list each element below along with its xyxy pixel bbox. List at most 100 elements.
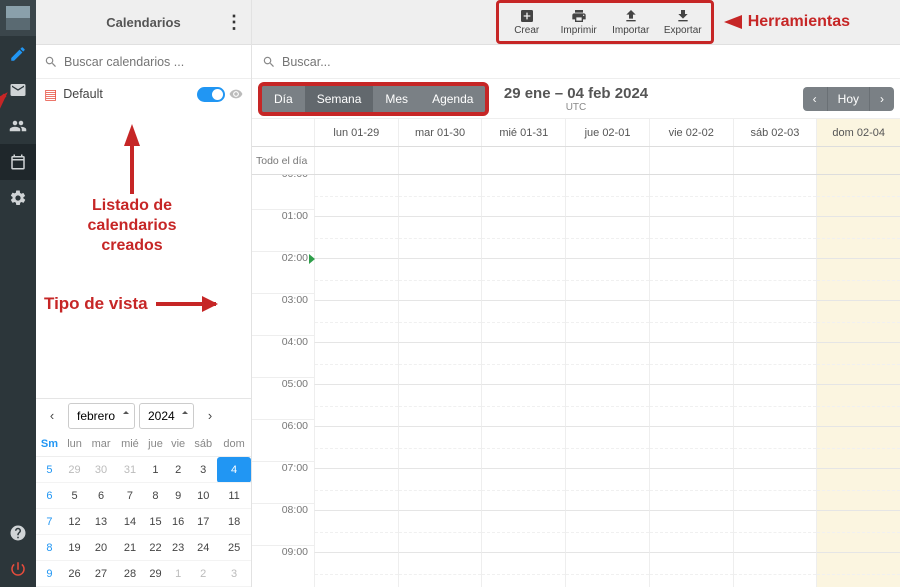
grid-cell[interactable] [733,553,817,587]
mini-day-cell[interactable]: 10 [189,483,217,509]
create-button[interactable]: Crear [501,4,553,40]
day-header[interactable]: vie 02-02 [649,119,733,146]
mini-day-cell[interactable]: 21 [116,535,144,561]
view-semana[interactable]: Semana [305,86,374,112]
mini-day-cell[interactable]: 12 [63,509,86,535]
grid-cell[interactable] [314,511,398,553]
mini-day-cell[interactable]: 2 [167,457,189,483]
grid-cell[interactable] [816,469,900,511]
week-number[interactable]: 7 [36,509,63,535]
grid-cell[interactable] [649,427,733,469]
help-icon[interactable] [0,515,36,551]
grid-cell[interactable] [398,469,482,511]
grid-cell[interactable] [398,553,482,587]
mini-day-cell[interactable]: 3 [217,561,251,587]
mini-day-cell[interactable]: 16 [167,509,189,535]
mini-day-cell[interactable]: 25 [217,535,251,561]
mini-day-cell[interactable]: 9 [167,483,189,509]
day-header[interactable]: lun 01-29 [314,119,398,146]
grid-cell[interactable] [565,259,649,301]
day-header[interactable]: dom 02-04 [816,119,900,146]
day-header[interactable]: mié 01-31 [481,119,565,146]
mini-day-cell[interactable]: 13 [86,509,116,535]
grid-cell[interactable] [314,385,398,427]
grid-cell[interactable] [816,217,900,259]
calendar-item-default[interactable]: ▤ Default [36,79,251,109]
mini-day-cell[interactable]: 14 [116,509,144,535]
day-header[interactable]: sáb 02-03 [733,119,817,146]
grid-cell[interactable] [314,553,398,587]
grid-cell[interactable] [314,217,398,259]
mini-day-cell[interactable]: 8 [144,483,167,509]
grid-cell[interactable] [649,385,733,427]
mini-day-cell[interactable]: 24 [189,535,217,561]
grid-cell[interactable] [481,301,565,343]
grid-cell[interactable] [649,217,733,259]
grid-cell[interactable] [481,217,565,259]
mini-day-cell[interactable]: 1 [167,561,189,587]
mini-day-cell[interactable]: 31 [116,457,144,483]
next-month-button[interactable]: › [198,403,222,429]
day-header[interactable]: jue 02-01 [565,119,649,146]
contacts-icon[interactable] [0,108,36,144]
grid-cell[interactable] [314,301,398,343]
view-agenda[interactable]: Agenda [420,86,485,112]
mini-day-cell[interactable]: 20 [86,535,116,561]
mini-day-cell[interactable]: 15 [144,509,167,535]
grid-cell[interactable] [816,427,900,469]
mini-day-cell[interactable]: 18 [217,509,251,535]
mini-day-cell[interactable]: 27 [86,561,116,587]
export-button[interactable]: Exportar [657,4,709,40]
grid-cell[interactable] [481,259,565,301]
compose-icon[interactable] [0,36,36,72]
month-select[interactable]: febrero [68,403,135,429]
main-search[interactable] [252,45,900,79]
next-week-button[interactable]: › [869,87,894,111]
grid-cell[interactable] [314,343,398,385]
grid-cell[interactable] [733,427,817,469]
mini-day-cell[interactable]: 22 [144,535,167,561]
grid-cell[interactable] [565,553,649,587]
grid-cell[interactable] [398,217,482,259]
grid-cell[interactable] [398,343,482,385]
grid-cell[interactable] [649,301,733,343]
settings-icon[interactable] [0,180,36,216]
grid-cell[interactable] [649,343,733,385]
week-number[interactable]: 5 [36,457,63,483]
allday-cell[interactable] [314,147,398,174]
grid-cell[interactable] [649,259,733,301]
allday-cell[interactable] [398,147,482,174]
grid-cell[interactable] [733,511,817,553]
today-button[interactable]: Hoy [827,87,869,111]
grid-cell[interactable] [733,217,817,259]
allday-cell[interactable] [481,147,565,174]
grid-cell[interactable] [816,511,900,553]
grid-cell[interactable] [733,301,817,343]
mini-day-cell[interactable]: 28 [116,561,144,587]
grid-cell[interactable] [649,511,733,553]
grid-cell[interactable] [733,259,817,301]
sidebar-menu-icon[interactable]: ⋮ [225,0,243,44]
allday-cell[interactable] [816,147,900,174]
grid-cell[interactable] [398,511,482,553]
grid-cell[interactable] [649,553,733,587]
grid-cell[interactable] [398,427,482,469]
grid-cell[interactable] [565,217,649,259]
logout-icon[interactable] [0,551,36,587]
grid-cell[interactable] [481,469,565,511]
grid-cell[interactable] [481,553,565,587]
visibility-icon[interactable] [229,87,243,101]
grid-cell[interactable] [565,427,649,469]
grid-cell[interactable] [733,469,817,511]
view-día[interactable]: Día [262,86,305,112]
grid-cell[interactable] [565,469,649,511]
main-search-input[interactable] [282,55,890,69]
grid-cell[interactable] [816,301,900,343]
print-button[interactable]: Imprimir [553,4,605,40]
grid-cell[interactable] [816,385,900,427]
mail-icon[interactable] [0,72,36,108]
mini-day-cell[interactable]: 2 [189,561,217,587]
day-header[interactable]: mar 01-30 [398,119,482,146]
mini-day-cell[interactable]: 19 [63,535,86,561]
grid-cell[interactable] [733,175,817,217]
